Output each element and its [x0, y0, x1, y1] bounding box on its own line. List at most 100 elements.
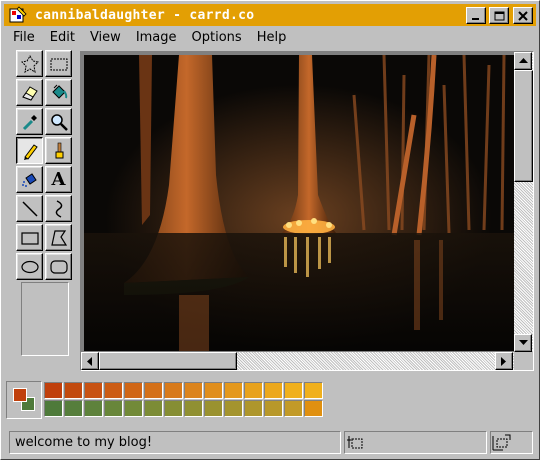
polygon-tool[interactable] — [45, 224, 72, 251]
pencil-icon — [23, 143, 38, 160]
palette-swatch[interactable] — [64, 382, 83, 399]
palette-swatch[interactable] — [164, 382, 183, 399]
line-tool[interactable] — [16, 195, 43, 222]
palette-swatch[interactable] — [304, 382, 323, 399]
palette-swatch[interactable] — [64, 400, 83, 417]
close-icon — [518, 10, 528, 21]
status-position — [344, 431, 487, 454]
scroll-down-button[interactable] — [514, 334, 532, 352]
palette-swatch[interactable] — [224, 382, 243, 399]
canvas-frame — [80, 51, 534, 371]
palette-swatch[interactable] — [184, 400, 203, 417]
menu-options[interactable]: Options — [183, 28, 248, 48]
eyedropper-icon — [22, 114, 37, 130]
status-size — [490, 431, 533, 454]
free-select-icon — [20, 54, 39, 73]
magnifier-tool[interactable] — [45, 108, 72, 135]
vertical-scroll-thumb[interactable] — [514, 70, 533, 182]
palette-swatch[interactable] — [144, 382, 163, 399]
foreground-color-swatch[interactable] — [13, 388, 27, 402]
close-button[interactable] — [513, 7, 533, 24]
ellipse-tool[interactable] — [16, 253, 43, 280]
paint-window: cannibaldaughter - carrd.co File Edit Vi… — [0, 0, 540, 460]
vertical-scrollbar[interactable] — [514, 52, 533, 352]
palette-swatch[interactable] — [124, 400, 143, 417]
color-palette — [6, 381, 326, 421]
menu-file[interactable]: File — [4, 28, 41, 48]
toolbox: A — [16, 50, 74, 362]
menu-edit[interactable]: Edit — [41, 28, 81, 48]
fill-bucket-tool[interactable] — [45, 79, 72, 106]
magnifier-icon — [50, 113, 68, 131]
palette-swatch[interactable] — [304, 400, 323, 417]
curve-icon — [55, 199, 62, 218]
palette-swatch[interactable] — [224, 400, 243, 417]
palette-swatch[interactable] — [164, 400, 183, 417]
palette-swatch[interactable] — [84, 400, 103, 417]
selection-size-icon — [492, 434, 511, 451]
line-icon — [21, 200, 38, 217]
arrow-left-icon — [87, 356, 92, 366]
airbrush-icon — [21, 172, 37, 187]
minimize-button[interactable] — [466, 7, 486, 24]
palette-swatch[interactable] — [84, 382, 103, 399]
palette-swatch[interactable] — [284, 400, 303, 417]
rect-select-tool[interactable] — [45, 50, 72, 77]
eyedropper-tool[interactable] — [16, 108, 43, 135]
rounded-rect-icon — [49, 259, 68, 274]
brush-icon — [55, 142, 63, 158]
cursor-position-icon — [347, 436, 363, 449]
scroll-up-button[interactable] — [514, 52, 532, 70]
arrow-down-icon — [518, 340, 528, 345]
palette-swatch[interactable] — [284, 382, 303, 399]
horizontal-scrollbar[interactable] — [81, 352, 514, 370]
airbrush-tool[interactable] — [16, 166, 43, 193]
rounded-rect-tool[interactable] — [45, 253, 72, 280]
palette-swatch[interactable] — [124, 382, 143, 399]
title-bar[interactable]: cannibaldaughter - carrd.co — [4, 4, 536, 26]
text-tool[interactable]: A — [45, 166, 72, 193]
scroll-left-button[interactable] — [81, 352, 99, 370]
palette-swatch[interactable] — [204, 400, 223, 417]
palette-swatch[interactable] — [264, 382, 283, 399]
brush-tool[interactable] — [45, 137, 72, 164]
swamp-photo — [84, 55, 514, 351]
scrollbar-corner — [514, 352, 533, 370]
scroll-right-button[interactable] — [495, 352, 513, 370]
palette-swatch[interactable] — [104, 400, 123, 417]
menu-help[interactable]: Help — [248, 28, 293, 48]
palette-swatch[interactable] — [204, 382, 223, 399]
ellipse-icon — [20, 260, 39, 273]
paint-app-icon — [9, 6, 27, 24]
arrow-right-icon — [501, 356, 506, 366]
palette-swatch[interactable] — [44, 382, 63, 399]
palette-swatch[interactable] — [104, 382, 123, 399]
menu-view[interactable]: View — [81, 28, 127, 48]
pencil-tool[interactable] — [16, 137, 43, 164]
menu-bar: File Edit View Image Options Help — [4, 28, 292, 48]
free-select-tool[interactable] — [16, 50, 43, 77]
palette-swatch[interactable] — [244, 400, 263, 417]
palette-swatch[interactable] — [44, 400, 63, 417]
eraser-tool[interactable] — [16, 79, 43, 106]
status-bar: welcome to my blog! — [4, 429, 536, 455]
palette-swatch[interactable] — [264, 400, 283, 417]
status-message: welcome to my blog! — [9, 431, 341, 454]
maximize-button[interactable] — [489, 7, 509, 24]
curve-tool[interactable] — [45, 195, 72, 222]
window-title: cannibaldaughter - carrd.co — [35, 7, 255, 23]
canvas-image[interactable] — [84, 55, 514, 351]
palette-swatch[interactable] — [184, 382, 203, 399]
text-icon: A — [51, 169, 66, 190]
eraser-icon — [21, 85, 38, 101]
arrow-up-icon — [518, 58, 528, 63]
palette-swatch[interactable] — [244, 382, 263, 399]
horizontal-scroll-thumb[interactable] — [99, 352, 237, 370]
menu-image[interactable]: Image — [127, 28, 183, 48]
tool-options-box[interactable] — [21, 282, 69, 356]
maximize-icon — [494, 11, 504, 20]
palette-swatch[interactable] — [144, 400, 163, 417]
rectangle-tool[interactable] — [16, 224, 43, 251]
current-colors[interactable] — [6, 381, 42, 419]
fill-bucket-icon — [51, 84, 67, 99]
